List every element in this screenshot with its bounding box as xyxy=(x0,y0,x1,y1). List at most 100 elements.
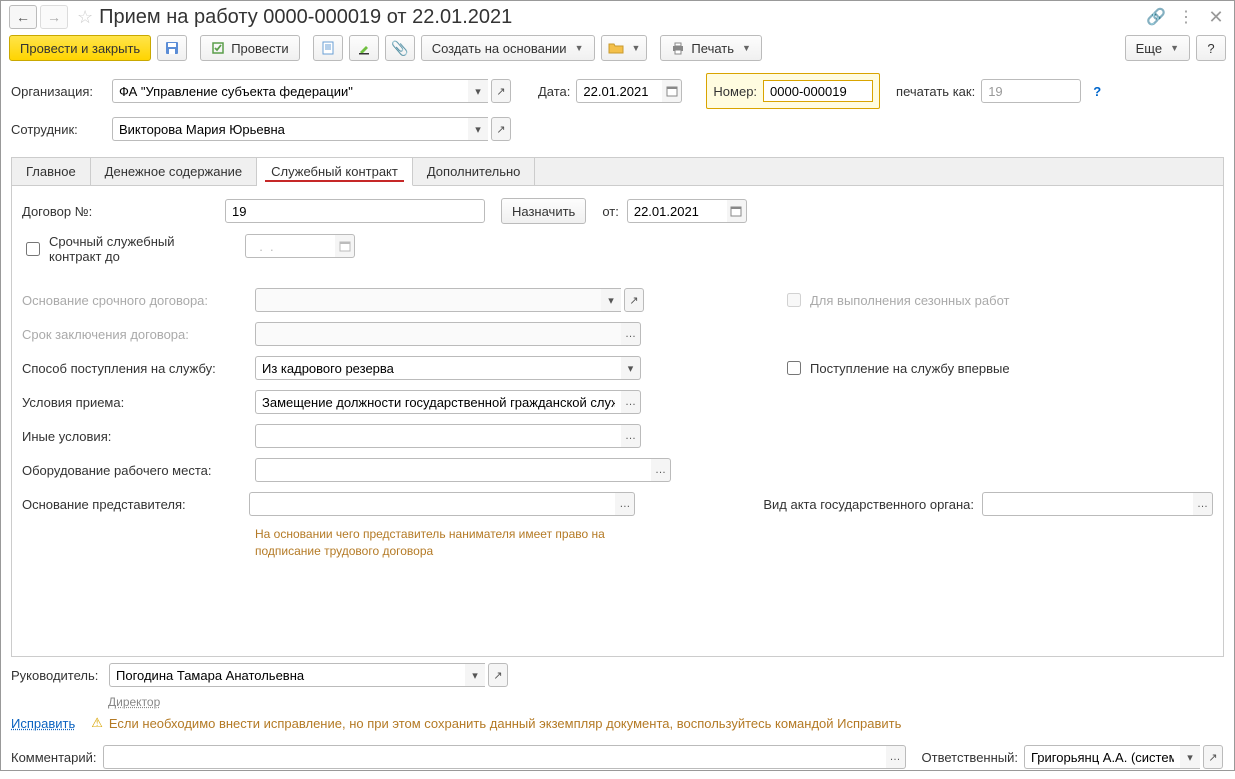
document-icon xyxy=(322,41,334,55)
ellipsis-button[interactable]: … xyxy=(621,424,641,448)
employee-input[interactable] xyxy=(112,117,468,141)
equipment-label: Оборудование рабочего места: xyxy=(22,463,247,478)
first-time-checkbox-group[interactable]: Поступление на службу впервые xyxy=(783,358,1010,378)
post-and-close-button[interactable]: Провести и закрыть xyxy=(9,35,151,61)
ellipsis-button[interactable]: … xyxy=(651,458,671,482)
calendar-button[interactable] xyxy=(727,199,747,223)
dropdown-button[interactable]: ▾ xyxy=(468,117,488,141)
open-button[interactable]: ↗ xyxy=(491,117,511,141)
nav-forward-button[interactable]: → xyxy=(40,5,68,29)
print-button[interactable]: Печать ▼ xyxy=(660,35,762,61)
seasonal-checkbox xyxy=(787,293,801,307)
dropdown-button[interactable]: ▾ xyxy=(468,79,488,103)
first-time-checkbox[interactable] xyxy=(787,361,801,375)
org-input[interactable] xyxy=(112,79,468,103)
entry-method-input[interactable] xyxy=(255,356,621,380)
responsible-field[interactable]: ▾ ↗ xyxy=(1024,745,1224,769)
org-field[interactable]: ▾ ↗ xyxy=(112,79,512,103)
equipment-field[interactable]: … xyxy=(255,458,675,482)
dropdown-button[interactable]: ▾ xyxy=(621,356,641,380)
manager-input[interactable] xyxy=(109,663,465,687)
urgent-checkbox[interactable] xyxy=(26,242,40,256)
repr-basis-label: Основание представителя: xyxy=(22,497,241,512)
assign-button[interactable]: Назначить xyxy=(501,198,586,224)
urgent-date-input[interactable] xyxy=(245,234,335,258)
comment-label: Комментарий: xyxy=(11,750,97,765)
employee-field[interactable]: ▾ ↗ xyxy=(112,117,512,141)
highlight-button[interactable] xyxy=(349,35,379,61)
act-type-input[interactable] xyxy=(982,492,1193,516)
save-button[interactable] xyxy=(157,35,187,61)
calendar-button[interactable] xyxy=(662,79,682,103)
ellipsis-button[interactable]: … xyxy=(615,492,635,516)
create-based-button[interactable]: Создать на основании ▼ xyxy=(421,35,595,61)
open-button[interactable]: ↗ xyxy=(488,663,508,687)
other-cond-field[interactable]: … xyxy=(255,424,645,448)
urgent-checkbox-group[interactable]: Срочный служебный контракт до xyxy=(22,234,237,264)
assign-label: Назначить xyxy=(512,204,575,219)
ellipsis-button: … xyxy=(621,322,641,346)
comment-input[interactable] xyxy=(103,745,886,769)
ellipsis-button[interactable]: … xyxy=(1193,492,1213,516)
other-cond-input[interactable] xyxy=(255,424,621,448)
more-button[interactable]: Еще ▼ xyxy=(1125,35,1190,61)
attach-button[interactable]: 📎 xyxy=(385,35,415,61)
act-type-field[interactable]: … xyxy=(982,492,1213,516)
calendar-button[interactable] xyxy=(335,234,355,258)
conditions-input[interactable] xyxy=(255,390,621,414)
tab-salary[interactable]: Денежное содержание xyxy=(91,158,257,185)
date-field[interactable] xyxy=(576,79,682,103)
ellipsis-button[interactable]: … xyxy=(621,390,641,414)
other-cond-label: Иные условия: xyxy=(22,429,247,444)
number-label: Номер: xyxy=(713,84,757,99)
manager-position-link[interactable]: Директор xyxy=(108,695,1224,709)
repr-basis-hint: На основании чего представитель нанимате… xyxy=(255,526,655,560)
favorite-star-icon[interactable]: ☆ xyxy=(77,7,93,28)
tab-contract[interactable]: Служебный контракт xyxy=(257,158,413,186)
from-date-field[interactable] xyxy=(627,199,747,223)
chevron-down-icon: ▼ xyxy=(742,43,751,53)
date-input[interactable] xyxy=(576,79,662,103)
open-button[interactable]: ↗ xyxy=(1203,745,1223,769)
ellipsis-button[interactable]: … xyxy=(886,745,906,769)
manager-field[interactable]: ▾ ↗ xyxy=(109,663,509,687)
tab-additional[interactable]: Дополнительно xyxy=(413,158,536,185)
folder-icon xyxy=(608,41,624,55)
date-label: Дата: xyxy=(538,84,570,99)
folder-action-button[interactable]: ▼ xyxy=(601,35,648,61)
from-label: от: xyxy=(602,204,619,219)
help-icon[interactable]: ? xyxy=(1093,84,1101,99)
entry-method-field[interactable]: ▾ xyxy=(255,356,645,380)
link-icon[interactable]: 🔗 xyxy=(1146,7,1166,27)
nav-back-button[interactable]: ← xyxy=(9,5,37,29)
close-icon[interactable]: ✕ xyxy=(1206,7,1226,28)
dropdown-button[interactable]: ▾ xyxy=(465,663,485,687)
more-menu-icon[interactable]: ⋮ xyxy=(1176,7,1196,27)
marker-icon xyxy=(357,41,371,55)
contract-no-input[interactable] xyxy=(225,199,485,223)
urgent-date-field[interactable] xyxy=(245,234,355,258)
help-button[interactable]: ? xyxy=(1196,35,1226,61)
seasonal-label: Для выполнения сезонных работ xyxy=(810,293,1009,308)
first-time-label: Поступление на службу впервые xyxy=(810,361,1010,376)
tab-main[interactable]: Главное xyxy=(12,158,91,185)
repr-basis-field[interactable]: … xyxy=(249,492,635,516)
repr-basis-input[interactable] xyxy=(249,492,615,516)
number-input[interactable] xyxy=(763,80,873,102)
equipment-input[interactable] xyxy=(255,458,651,482)
print-as-input[interactable] xyxy=(981,79,1081,103)
post-button[interactable]: Провести xyxy=(200,35,300,61)
responsible-input[interactable] xyxy=(1024,745,1180,769)
from-date-input[interactable] xyxy=(627,199,727,223)
conditions-field[interactable]: … xyxy=(255,390,645,414)
dropdown-button[interactable]: ▾ xyxy=(1180,745,1200,769)
chevron-down-icon: ▼ xyxy=(575,43,584,53)
basis-urgent-input xyxy=(255,288,601,312)
document-mode-button[interactable] xyxy=(313,35,343,61)
open-button[interactable]: ↗ xyxy=(491,79,511,103)
fix-link[interactable]: Исправить xyxy=(11,716,75,731)
comment-field[interactable]: … xyxy=(103,745,906,769)
act-type-label: Вид акта государственного органа: xyxy=(763,497,974,512)
term-label: Срок заключения договора: xyxy=(22,327,247,342)
post-and-close-label: Провести и закрыть xyxy=(20,41,140,56)
